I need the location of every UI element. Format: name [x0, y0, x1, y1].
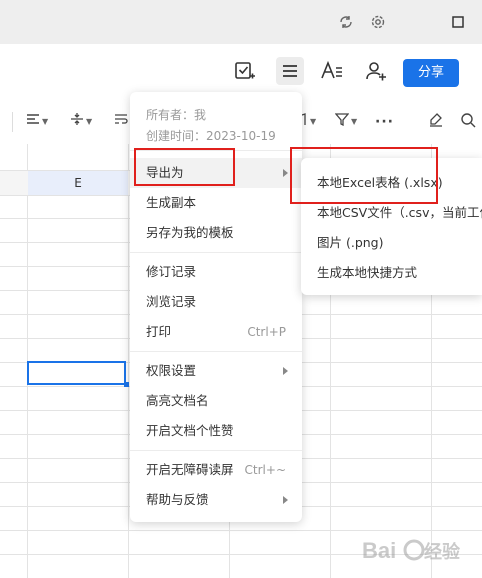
share-button[interactable]: 分享	[403, 59, 459, 87]
column-header-e[interactable]: E	[28, 171, 148, 195]
menu-item-revision-history[interactable]: 修订记录	[130, 257, 302, 287]
watermark-logo: Bai 经验	[362, 538, 461, 563]
number-format-icon[interactable]: ▼	[300, 112, 316, 132]
settings-icon[interactable]	[369, 13, 387, 31]
menu-item-browse-history[interactable]: 浏览记录	[130, 287, 302, 317]
menu-item-accessibility[interactable]: 开启无障碍读屏 Ctrl+~	[130, 455, 302, 485]
wrap-icon[interactable]	[114, 112, 128, 132]
submenu-item-shortcut[interactable]: 生成本地快捷方式	[301, 258, 482, 288]
add-user-icon[interactable]	[364, 59, 388, 83]
menu-item-print[interactable]: 打印 Ctrl+P	[130, 317, 302, 347]
svg-text:经验: 经验	[424, 541, 461, 563]
menu-item-personal-like[interactable]: 开启文档个性赞	[130, 416, 302, 446]
vertical-align-icon[interactable]: ▼	[70, 112, 92, 132]
annotation-box-export	[134, 148, 235, 186]
submenu-arrow-icon	[283, 367, 288, 375]
toolbar-divider	[12, 112, 13, 132]
align-icon[interactable]: ▼	[26, 112, 48, 132]
shortcut-label: Ctrl+P	[247, 325, 286, 339]
menu-item-save-template[interactable]: 另存为我的模板	[130, 218, 302, 248]
menu-item-highlight-name[interactable]: 高亮文档名	[130, 386, 302, 416]
svg-text:Bai: Bai	[362, 538, 396, 563]
window-title-bar	[0, 0, 482, 44]
menu-item-permissions[interactable]: 权限设置	[130, 356, 302, 386]
grid-col-line	[128, 144, 129, 578]
submenu-arrow-icon	[283, 169, 288, 177]
shortcut-label: Ctrl+~	[244, 463, 286, 477]
filter-icon[interactable]: ▼	[334, 112, 357, 132]
menu-icon[interactable]	[276, 57, 304, 85]
menu-item-help[interactable]: 帮助与反馈	[130, 485, 302, 515]
edit-check-icon[interactable]	[233, 59, 257, 83]
menu-owner: 所有者：我	[146, 108, 207, 122]
search-icon[interactable]	[460, 112, 476, 132]
more-icon[interactable]: ···	[375, 112, 394, 132]
menu-separator	[130, 450, 302, 451]
maximize-icon[interactable]	[449, 13, 467, 31]
menu-separator	[130, 252, 302, 253]
selected-cell[interactable]	[27, 361, 126, 385]
menu-created-time: 创建时间：2023-10-19	[146, 129, 276, 143]
menu-separator	[130, 351, 302, 352]
refresh-icon[interactable]	[337, 13, 355, 31]
fill-handle[interactable]	[124, 382, 129, 387]
watermark: Bai 经验	[360, 528, 480, 572]
clear-format-icon[interactable]	[428, 112, 444, 132]
column-header-label: E	[74, 176, 82, 190]
text-format-icon[interactable]	[320, 59, 344, 83]
menu-item-duplicate[interactable]: 生成副本	[130, 188, 302, 218]
submenu-arrow-icon	[283, 496, 288, 504]
annotation-box-xlsx	[290, 147, 438, 204]
submenu-item-png[interactable]: 图片 (.png)	[301, 228, 482, 258]
